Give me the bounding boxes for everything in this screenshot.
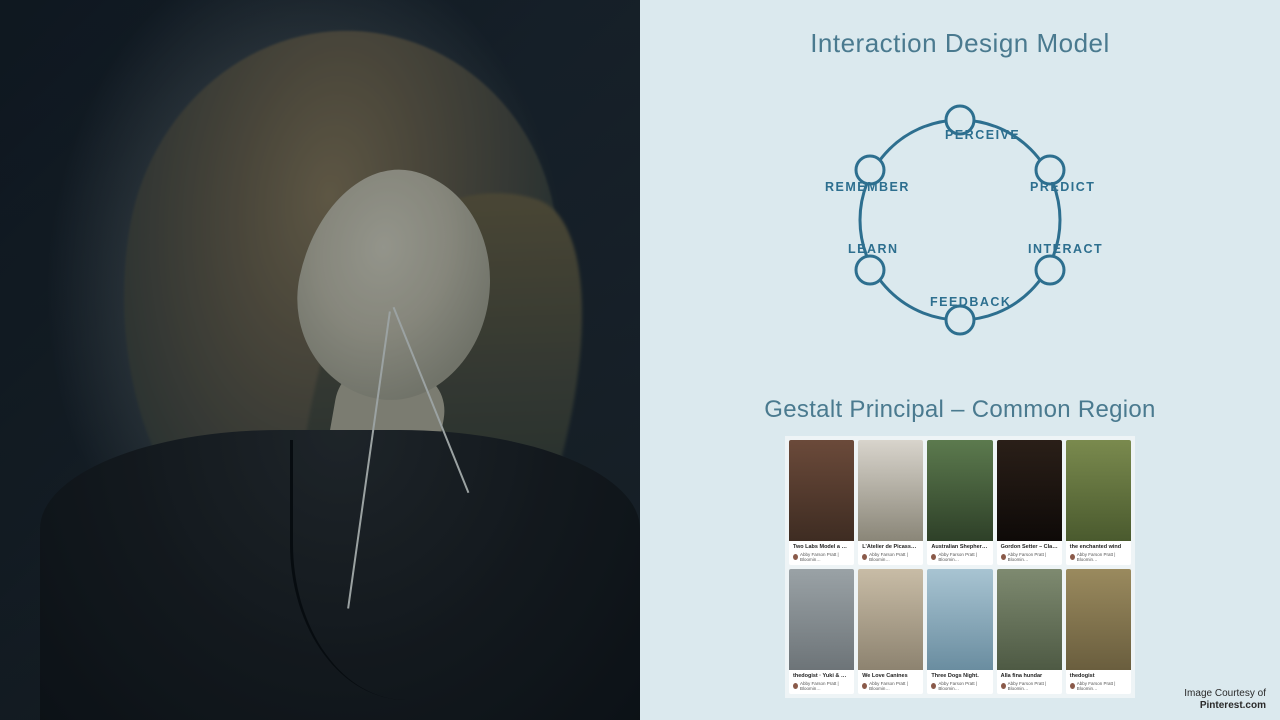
pin-card: thedogistAbby Farson Pratt | Bloomin… (1066, 569, 1131, 694)
section1-title: Interaction Design Model (640, 28, 1280, 59)
pinterest-board: Two Labs Model a Flower…Abby Farson Prat… (785, 436, 1135, 698)
cycle-label-interact: INTERACT (1028, 242, 1103, 256)
pin-card: We Love CaninesAbby Farson Pratt | Bloom… (858, 569, 923, 694)
cycle-label-feedback: FEEDBACK (930, 295, 1011, 309)
cycle-label-predict: PREDICT (1030, 180, 1095, 194)
pin-card: thedogist · Yuki & Biskie, Keeshonds, Ce… (789, 569, 854, 694)
pin-card: Gordon Setter – Classic Look & Trim – Go… (997, 440, 1062, 565)
cycle-label-remember: REMEMBER (825, 180, 910, 194)
pin-card: Alla fina hundarAbby Farson Pratt | Bloo… (997, 569, 1062, 694)
pin-card: Australian Shepherd by Mona HöhlerAbby F… (927, 440, 992, 565)
pin-card: Three Dogs Night.Abby Farson Pratt | Blo… (927, 569, 992, 694)
cycle-label-learn: LEARN (848, 242, 899, 256)
image-credit: Image Courtesy of Pinterest.com (1184, 688, 1266, 712)
pin-card: L'Atelier de Picasso (Picasso's Studio) … (858, 440, 923, 565)
pin-card: the enchanted windAbby Farson Pratt | Bl… (1066, 440, 1131, 565)
content-panel: Interaction Design Model PERCEIVE PREDIC… (640, 0, 1280, 720)
hero-photo (0, 0, 640, 720)
pin-card: Two Labs Model a Flower…Abby Farson Prat… (789, 440, 854, 565)
section2-title: Gestalt Principal – Common Region (640, 396, 1280, 424)
slide: Interaction Design Model PERCEIVE PREDIC… (0, 0, 1280, 720)
cycle-label-perceive: PERCEIVE (945, 128, 1020, 142)
